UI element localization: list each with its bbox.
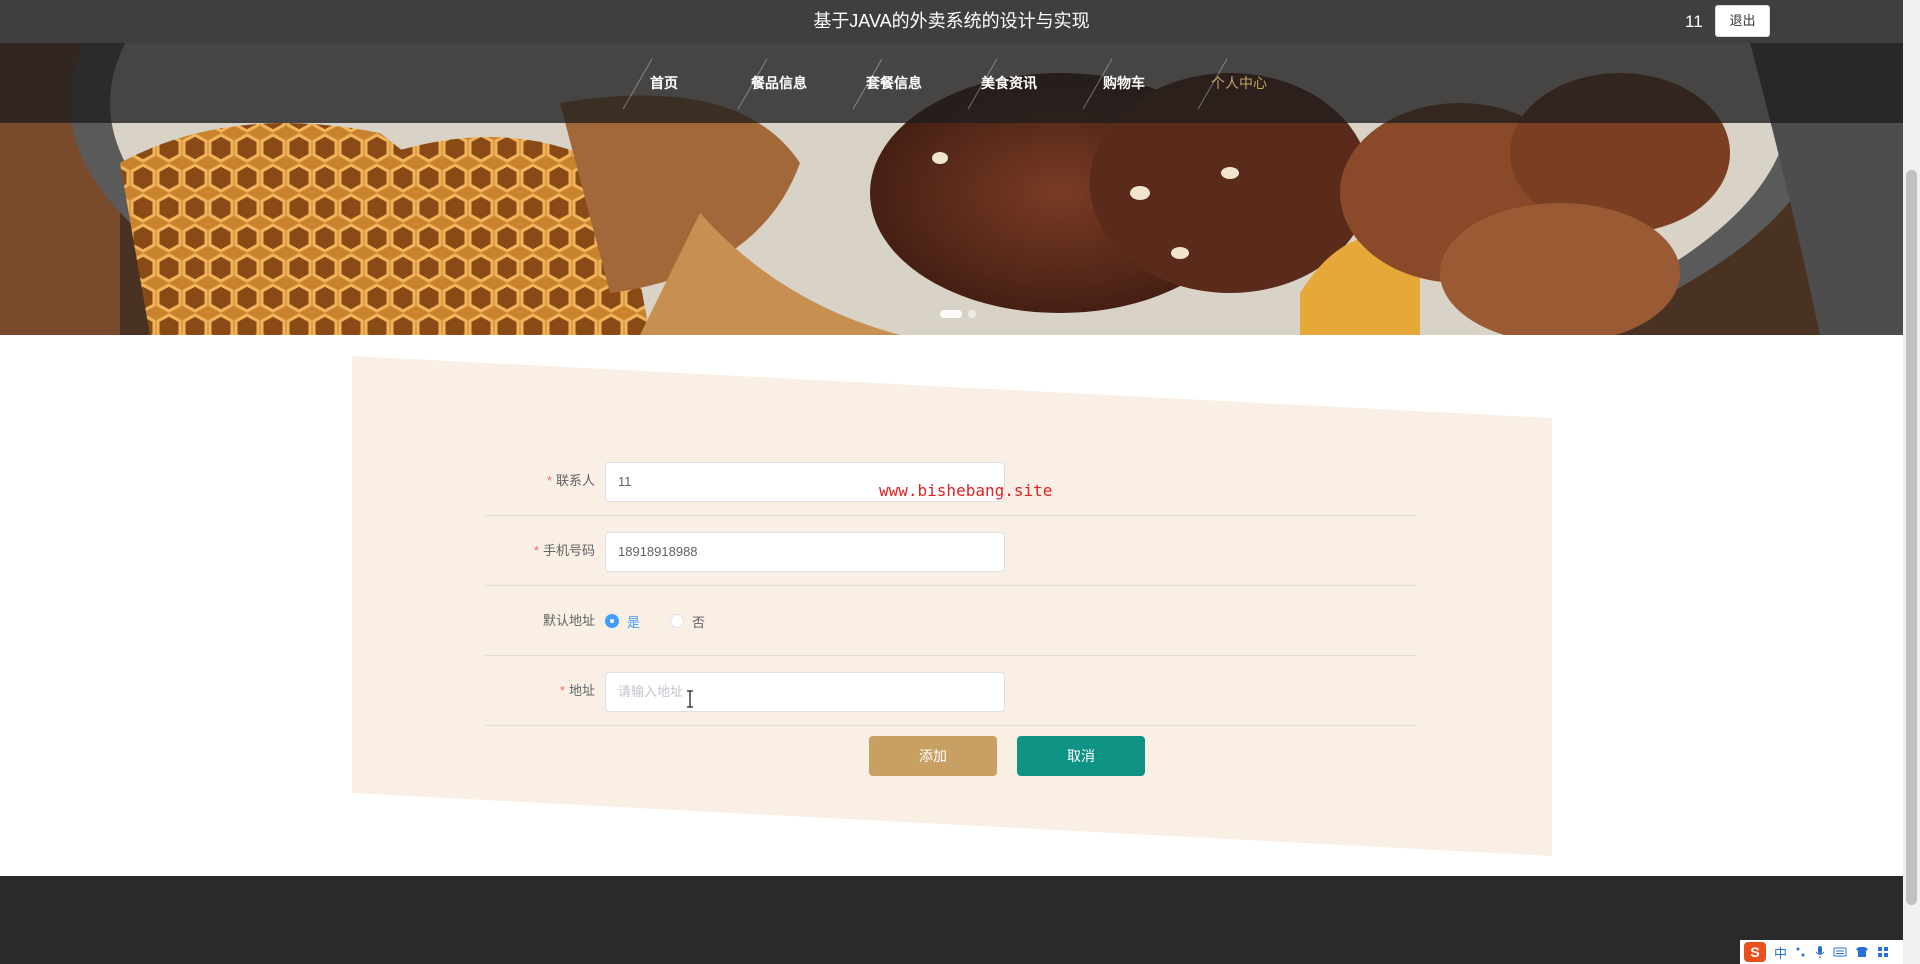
radio-yes-label[interactable]: 是 — [627, 612, 640, 631]
required-mark: * — [559, 683, 565, 698]
ime-toolbar[interactable]: S 中 — [1740, 940, 1903, 964]
form-row-address: * 地址 请输入地址 — [485, 656, 1417, 726]
contact-label-text: 联系人 — [555, 473, 595, 488]
phone-label: * 手机号码 — [485, 516, 595, 586]
address-input[interactable]: 请输入地址 — [605, 672, 1005, 712]
nav-item-food-news[interactable]: 美食资讯 — [952, 43, 1067, 123]
top-bar: 基于JAVA的外卖系统的设计与实现 11 退出 — [0, 0, 1903, 43]
ime-language-indicator[interactable]: 中 — [1774, 943, 1787, 962]
cancel-button[interactable]: 取消 — [1017, 736, 1145, 776]
phone-label-text: 手机号码 — [542, 543, 595, 558]
scrollbar-thumb[interactable] — [1906, 170, 1917, 905]
default-address-label: 默认地址 — [542, 613, 595, 628]
add-button[interactable]: 添加 — [869, 736, 997, 776]
text-cursor-icon — [687, 690, 693, 708]
user-name: 11 — [1685, 12, 1703, 31]
nav-list: 首页 餐品信息 套餐信息 美食资讯 购物车 个人中心 — [0, 43, 1903, 123]
radio-yes[interactable]: 是 — [605, 612, 640, 631]
carousel-dot[interactable] — [940, 310, 962, 318]
required-mark: * — [533, 543, 539, 558]
microphone-icon[interactable] — [1815, 945, 1825, 959]
nav-item-dishes[interactable]: 餐品信息 — [722, 43, 837, 123]
nav-item-home[interactable]: 首页 — [607, 43, 722, 123]
keyboard-icon[interactable] — [1833, 946, 1847, 958]
radio-yes-circle[interactable] — [605, 614, 619, 628]
site-title: 基于JAVA的外卖系统的设计与实现 — [813, 11, 1090, 31]
sogou-logo-icon[interactable]: S — [1744, 942, 1766, 962]
nav-item-combos[interactable]: 套餐信息 — [837, 43, 952, 123]
page-footer — [0, 876, 1903, 964]
carousel-indicator — [940, 310, 976, 318]
skin-shirt-icon[interactable] — [1855, 946, 1869, 958]
nav-item-cart[interactable]: 购物车 — [1067, 43, 1182, 123]
toolbox-grid-icon[interactable] — [1877, 946, 1889, 958]
address-label-text: 地址 — [568, 683, 595, 698]
punctuation-icon[interactable] — [1795, 945, 1807, 959]
nav-item-personal-center[interactable]: 个人中心 — [1182, 43, 1297, 123]
main-nav: 首页 餐品信息 套餐信息 美食资讯 购物车 个人中心 — [0, 43, 1903, 123]
form-row-phone: * 手机号码 18918918988 — [485, 516, 1417, 586]
form-row-default-address: 默认地址 是 否 — [485, 586, 1417, 656]
address-label: * 地址 — [485, 656, 595, 726]
logout-button[interactable]: 退出 — [1715, 5, 1770, 37]
phone-input[interactable]: 18918918988 — [605, 532, 1005, 572]
required-mark: * — [546, 473, 552, 488]
radio-no-circle[interactable] — [670, 614, 685, 628]
contact-label: * 联系人 — [485, 446, 595, 516]
watermark-text: www.bishebang.site — [879, 481, 1053, 500]
carousel-dot[interactable] — [968, 310, 976, 318]
radio-no[interactable]: 否 — [670, 612, 705, 631]
default-address-radio-group: 是 否 — [605, 586, 705, 656]
radio-no-label[interactable]: 否 — [692, 612, 705, 631]
page-scrollbar[interactable] — [1903, 0, 1920, 964]
